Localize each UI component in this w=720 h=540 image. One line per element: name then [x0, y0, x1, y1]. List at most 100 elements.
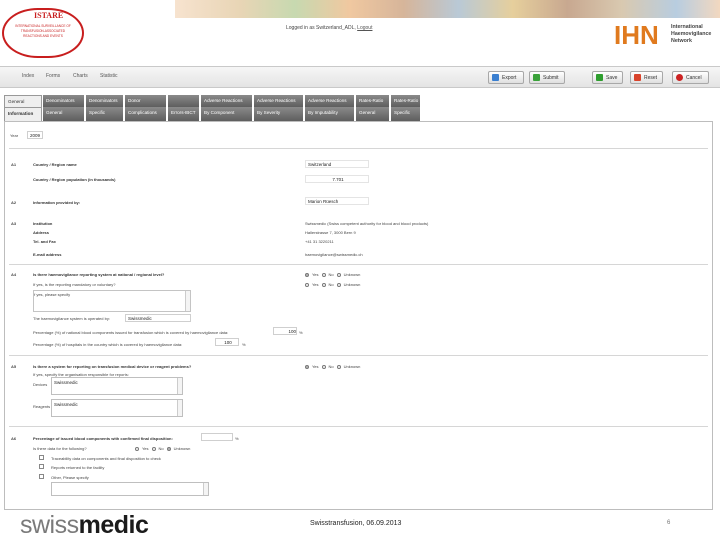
address-value[interactable]: Hallerstrasse 7, 3000 Bern 9: [305, 230, 356, 235]
tab-general-2[interactable]: General: [43, 107, 85, 121]
textarea-scrollbar[interactable]: [177, 378, 182, 394]
export-button[interactable]: Export: [488, 71, 524, 84]
population-label: Country / Region population (in thousand…: [33, 177, 116, 182]
provided-by-label: Information provided by:: [33, 200, 81, 205]
swissmedic-logo-part2: medic: [78, 511, 149, 539]
operated-by-input[interactable]: Swissmedic: [125, 314, 191, 322]
save-button[interactable]: Save: [592, 71, 623, 84]
export-label: Export: [502, 74, 517, 81]
submit-button[interactable]: Submit: [529, 71, 565, 84]
radio-unknown[interactable]: [336, 282, 341, 287]
textarea-scrollbar[interactable]: [185, 291, 190, 311]
tab-denominators-2[interactable]: Denominators: [86, 95, 124, 107]
a4-specify-textarea[interactable]: [33, 290, 191, 312]
cancel-label: Cancel: [686, 74, 702, 81]
radio-no[interactable]: [151, 446, 156, 451]
hospitals-pct-input[interactable]: 100: [215, 338, 239, 346]
section-a6-number: A6: [11, 436, 17, 441]
tab-general-3[interactable]: General: [356, 107, 390, 121]
tab-complications[interactable]: Complications: [125, 107, 167, 121]
institution-label: Institution: [33, 221, 53, 226]
app-header: ISTARE INTERNATIONAL SURVEILLANCE OF TRA…: [0, 0, 720, 66]
a6-percentage-input[interactable]: [201, 433, 233, 441]
year-select[interactable]: 2009: [27, 131, 43, 139]
a6-question: Percentage of issued blood components wi…: [33, 436, 173, 441]
radio-no-label: No: [328, 364, 334, 369]
ihn-text-line-3: Network: [671, 38, 692, 44]
tab-denominators-1[interactable]: Denominators: [43, 95, 85, 107]
radio-unknown[interactable]: [336, 364, 341, 369]
menu-item-charts[interactable]: Charts: [73, 73, 88, 79]
menu-item-index[interactable]: Index: [22, 73, 34, 79]
radio-yes[interactable]: [305, 282, 309, 287]
tab-adverse-reactions-1[interactable]: Adverse Reactions: [201, 95, 253, 107]
save-label: Save: [606, 74, 618, 81]
radio-no[interactable]: [321, 272, 326, 277]
swissmedic-logo-part1: swiss: [20, 511, 79, 539]
institution-value[interactable]: Swissmedic (Swiss competent authority fo…: [305, 221, 428, 226]
population-input[interactable]: 7.701: [305, 175, 369, 183]
tab-by-severity[interactable]: By Severity: [254, 107, 304, 121]
radio-unknown-label: Unknown: [343, 282, 361, 287]
radio-no[interactable]: [321, 364, 326, 369]
page-number: 6: [667, 520, 671, 526]
pct-sign: %: [235, 436, 239, 441]
radio-unknown-label: Unknown: [343, 272, 361, 277]
menu-item-statistic[interactable]: Statistic: [100, 73, 118, 79]
tab-by-imputability[interactable]: By Imputability: [305, 107, 355, 121]
other-specify-textarea[interactable]: [51, 482, 209, 496]
traceability-checkbox[interactable]: [39, 455, 44, 460]
slide-footer: swissmedic Swisstransfusion, 06.09.2013 …: [0, 510, 720, 540]
logout-link[interactable]: Logout: [357, 25, 372, 31]
tab-general[interactable]: General: [4, 95, 42, 107]
email-value[interactable]: haemovigilance@swissmedic.ch: [305, 252, 363, 257]
export-icon: [492, 74, 499, 81]
radio-yes[interactable]: [135, 446, 139, 451]
tab-errors-ibct[interactable]: Errors-IBCT: [168, 107, 200, 121]
radio-unknown[interactable]: [336, 272, 341, 277]
tab-information[interactable]: Information: [4, 107, 42, 121]
radio-no-label: No: [328, 282, 334, 287]
save-icon: [596, 74, 603, 81]
a4-question: Is there haemovigilance reporting system…: [33, 272, 165, 277]
radio-yes[interactable]: [305, 364, 309, 369]
cancel-button[interactable]: Cancel: [672, 71, 709, 84]
year-label: Year: [10, 133, 19, 138]
tab-donor[interactable]: Donor: [125, 95, 167, 107]
tab-specific[interactable]: Specific: [86, 107, 124, 121]
textarea-scrollbar[interactable]: [203, 483, 208, 495]
radio-yes-label: Yes: [312, 364, 319, 369]
radio-yes[interactable]: [305, 272, 309, 277]
other-checkbox[interactable]: [39, 474, 44, 479]
form-content: Year 2009 A1 Country / Region name Switz…: [4, 121, 713, 510]
country-label: Country / Region name: [33, 162, 77, 167]
reports-returned-checkbox[interactable]: [39, 464, 44, 469]
radio-yes-label: Yes: [312, 282, 319, 287]
devices-label: Devices: [33, 382, 48, 387]
radio-no[interactable]: [321, 282, 326, 287]
textarea-scrollbar[interactable]: [177, 400, 182, 416]
tab-rates-ratio-2[interactable]: Rates-Ratio: [391, 95, 421, 107]
reset-button[interactable]: Reset: [630, 71, 663, 84]
components-pct-label: Percentage (%) of national blood compone…: [33, 330, 229, 335]
pct-sign: %: [242, 342, 246, 347]
a5-radio-group: Yes No Unknown: [305, 364, 360, 369]
operated-by-label: The haemovigilance system is operated by…: [33, 316, 110, 321]
devices-textarea[interactable]: Swissmedic: [51, 377, 183, 395]
tab-rates-ratio-1[interactable]: Rates-Ratio: [356, 95, 390, 107]
tel-value[interactable]: +41 31 3220211: [305, 239, 334, 244]
radio-unknown[interactable]: [166, 446, 171, 451]
reset-label: Reset: [644, 74, 658, 81]
provided-by-input[interactable]: Marion Rüesch: [305, 197, 369, 205]
a6-radio-group: Yes No Unknown: [135, 446, 190, 451]
components-pct-input[interactable]: 100: [273, 327, 297, 335]
menu-item-forms[interactable]: Forms: [46, 73, 60, 79]
tab-blank[interactable]: [168, 95, 200, 107]
tab-specific-2[interactable]: Specific: [391, 107, 421, 121]
reagents-textarea[interactable]: Swissmedic: [51, 399, 183, 417]
tab-adverse-reactions-3[interactable]: Adverse Reactions: [305, 95, 355, 107]
tab-by-component[interactable]: By Component: [201, 107, 253, 121]
country-input[interactable]: Switzerland: [305, 160, 369, 168]
a4-radio-group-2: Yes No Unknown: [305, 282, 360, 287]
tab-adverse-reactions-2[interactable]: Adverse Reactions: [254, 95, 304, 107]
